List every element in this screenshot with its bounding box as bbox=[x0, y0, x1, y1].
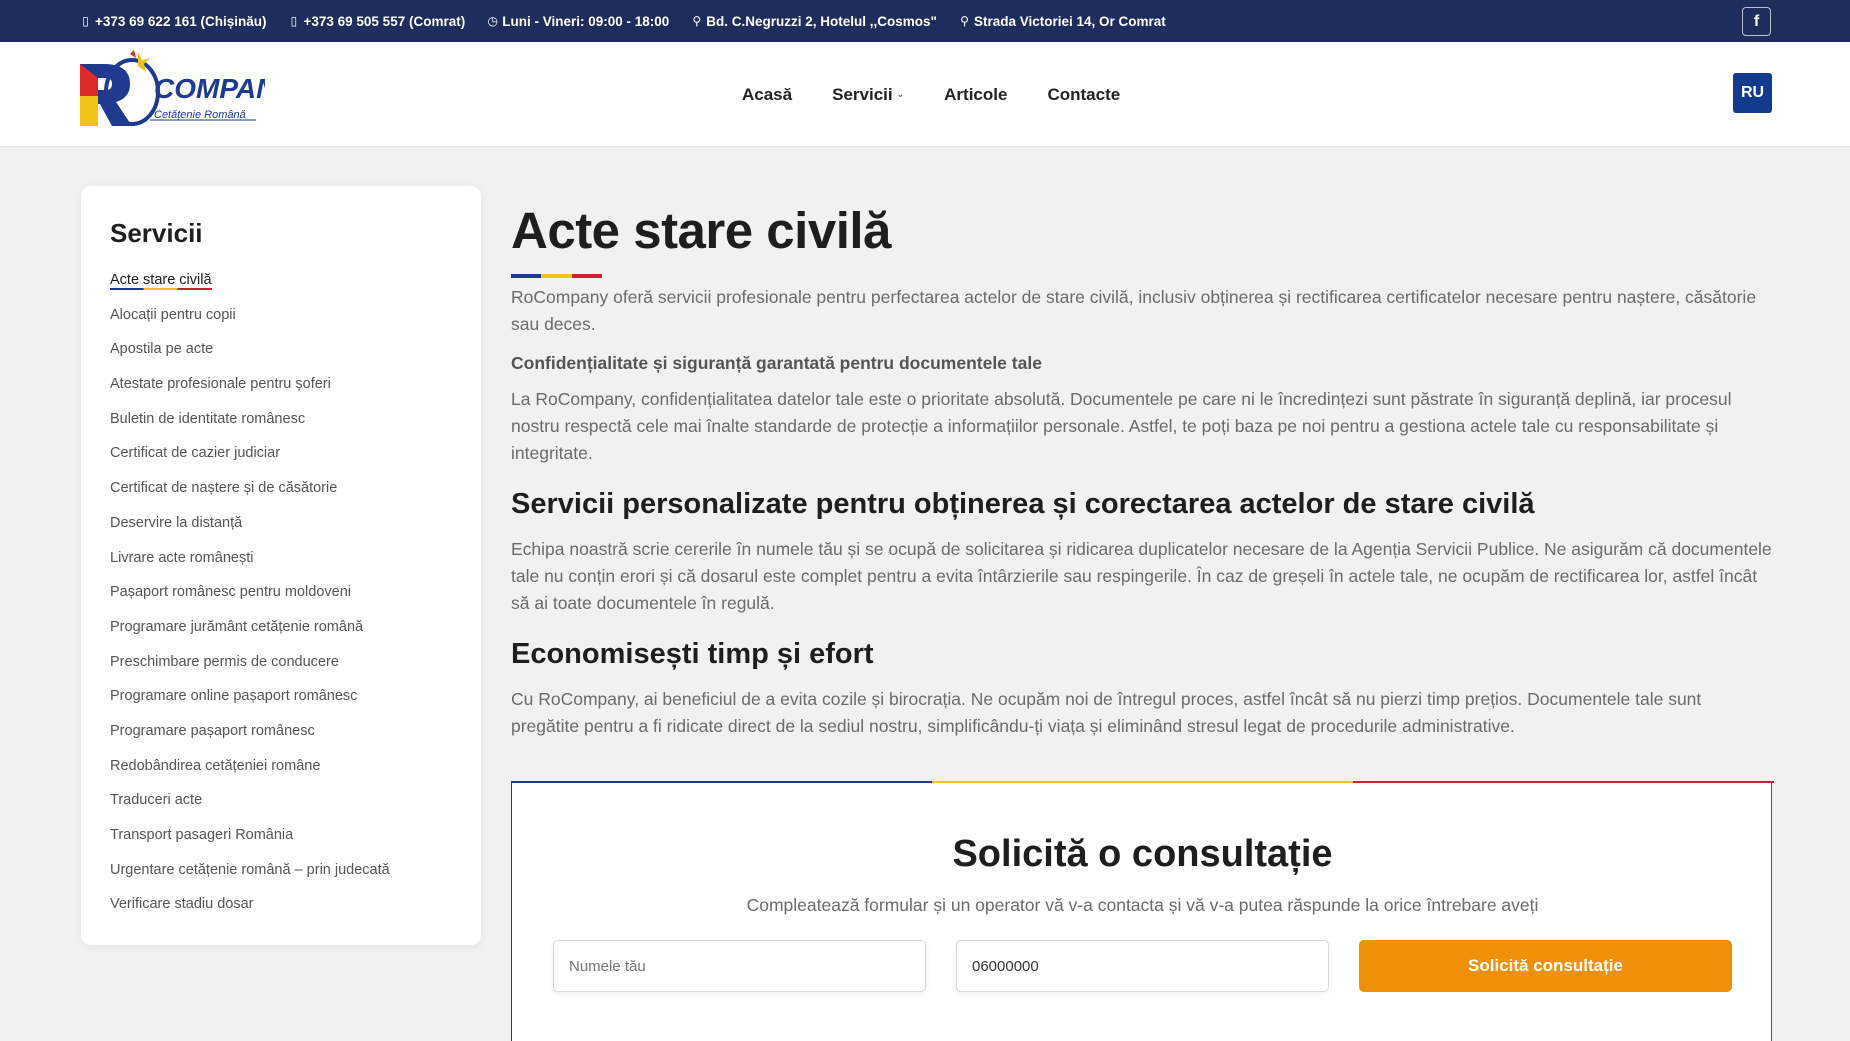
sidebar-item-alocatii[interactable]: Alocații pentru copii bbox=[110, 307, 390, 342]
sidebar-item-programare-juramant[interactable]: Programare jurământ cetățenie română bbox=[110, 619, 390, 654]
sidebar-item-livrare[interactable]: Livrare acte românești bbox=[110, 550, 390, 585]
main-nav: Acasă Servicii ⌄ Articole Contacte bbox=[742, 42, 1120, 147]
clock-icon: ◷ bbox=[487, 14, 498, 28]
name-input[interactable] bbox=[569, 957, 925, 975]
phone-field[interactable] bbox=[956, 940, 1329, 992]
site-header: COMPANY Cetățenie Română Acasă Servicii⌄… bbox=[0, 42, 1850, 147]
confidentiality-paragraph: La RoCompany, confidențialitatea datelor… bbox=[511, 389, 1732, 463]
logo[interactable]: COMPANY Cetățenie Română bbox=[80, 46, 297, 130]
map-pin-icon: ⚲ bbox=[692, 14, 702, 28]
sidebar-item-redobandire[interactable]: Redobândirea cetățeniei române bbox=[110, 758, 390, 793]
sidebar-item-cazier[interactable]: Certificat de cazier judiciar bbox=[110, 445, 390, 480]
personalized-paragraph: Echipa noastră scrie cererile în numele … bbox=[511, 539, 1772, 613]
nav-articole[interactable]: Articole bbox=[944, 85, 1007, 105]
working-hours: ◷ Luni - Vineri: 09:00 - 18:00 bbox=[487, 13, 670, 29]
intro-paragraph: RoCompany oferă servicii profesionale pe… bbox=[511, 287, 1757, 334]
nav-acasa[interactable]: Acasă bbox=[742, 85, 792, 105]
sidebar-item-certificat-nastere[interactable]: Certificat de naștere și de căsătorie bbox=[110, 480, 390, 515]
phone-input[interactable] bbox=[972, 957, 1328, 975]
sidebar-item-pasaport-moldoveni[interactable]: Pașaport românesc pentru moldoveni bbox=[110, 584, 390, 619]
sidebar-item-urgentare[interactable]: Urgentare cetățenie română – prin judeca… bbox=[110, 862, 390, 897]
address-chisinau[interactable]: ⚲ Bd. C.Negruzzi 2, Hotelul ,,Cosmos" bbox=[691, 14, 937, 29]
consultation-title: Solicită o consultație bbox=[952, 833, 1333, 875]
sidebar-item-verificare[interactable]: Verificare stadiu dosar bbox=[110, 896, 390, 931]
language-switch-button[interactable]: RU bbox=[1733, 73, 1772, 113]
phone-chisinau[interactable]: ▯ +373 69 622 161 (Chișinău) bbox=[80, 14, 266, 29]
submit-consultation-button[interactable]: Solicită consultație bbox=[1359, 940, 1732, 992]
sidebar-item-deservire[interactable]: Deservire la distanță bbox=[110, 515, 390, 550]
name-field[interactable] bbox=[553, 940, 926, 992]
services-list: Acte stare civilă Alocații pentru copii … bbox=[110, 272, 390, 931]
sidebar-item-atestate[interactable]: Atestate profesionale pentru șoferi bbox=[110, 376, 390, 411]
confidentiality-subtitle: Confidențialitate și siguranță garantată… bbox=[511, 353, 1042, 373]
chevron-down-icon: ⌄ bbox=[896, 89, 905, 99]
sidebar-item-acte-stare-civila[interactable]: Acte stare civilă bbox=[110, 272, 390, 307]
page-title: Acte stare civilă bbox=[511, 202, 891, 259]
consultation-subtitle: Compleatează formular și un operator vă … bbox=[746, 895, 1539, 915]
sidebar-item-preschimbare-permis[interactable]: Preschimbare permis de conducere bbox=[110, 654, 390, 689]
svg-text:COMPANY: COMPANY bbox=[154, 73, 265, 104]
facebook-icon[interactable]: f bbox=[1742, 7, 1771, 36]
tricolor-border bbox=[511, 781, 1774, 783]
address-comrat[interactable]: ⚲ Strada Victoriei 14, Or Comrat bbox=[959, 14, 1166, 29]
section-heading-save-time: Economisești timp și efort bbox=[511, 638, 874, 670]
nav-servicii[interactable]: Servicii ⌄ bbox=[832, 85, 904, 105]
top-bar: ▯ +373 69 622 161 (Chișinău) ▯ +373 69 5… bbox=[0, 0, 1850, 42]
sidebar-item-buletin[interactable]: Buletin de identitate românesc bbox=[110, 411, 390, 446]
nav-contacte[interactable]: Contacte bbox=[1047, 85, 1120, 105]
sidebar-item-transport[interactable]: Transport pasageri România bbox=[110, 827, 390, 862]
phone-icon: ▯ bbox=[82, 14, 89, 28]
svg-text:Cetățenie Română: Cetățenie Română bbox=[154, 109, 246, 121]
sidebar-title: Servicii bbox=[110, 218, 203, 248]
map-pin-icon: ⚲ bbox=[960, 14, 969, 28]
sidebar-item-apostila[interactable]: Apostila pe acte bbox=[110, 341, 390, 376]
section-heading-personalized: Servicii personalizate pentru obținerea … bbox=[511, 488, 1535, 520]
sidebar-item-traduceri[interactable]: Traduceri acte bbox=[110, 792, 390, 827]
logo-image: COMPANY Cetățenie Română bbox=[80, 50, 297, 126]
consultation-form: Solicită o consultație Compleatează form… bbox=[511, 781, 1774, 1041]
sidebar-item-programare-online[interactable]: Programare online pașaport românesc bbox=[110, 688, 390, 723]
title-underline bbox=[511, 274, 602, 278]
phone-comrat[interactable]: ▯ +373 69 505 557 (Comrat) bbox=[288, 14, 466, 29]
save-time-paragraph: Cu RoCompany, ai beneficiul de a evita c… bbox=[511, 689, 1702, 736]
services-sidebar: Servicii Acte stare civilă Alocații pent… bbox=[81, 186, 481, 945]
phone-icon: ▯ bbox=[290, 14, 298, 28]
sidebar-item-programare-pasaport[interactable]: Programare pașaport românesc bbox=[110, 723, 390, 758]
